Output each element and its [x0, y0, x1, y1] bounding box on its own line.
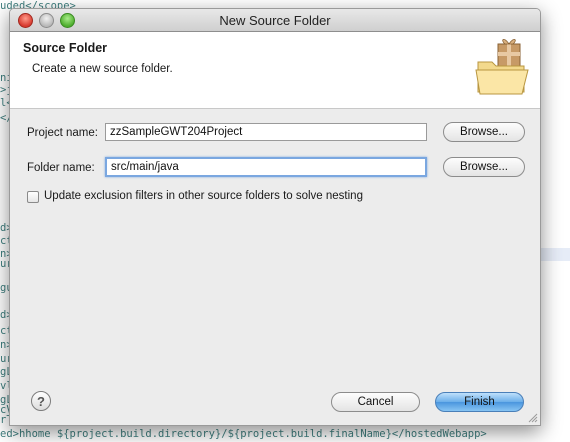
finish-button[interactable]: Finish: [435, 392, 524, 412]
folder-name-label: Folder name:: [27, 162, 95, 174]
folder-name-field[interactable]: src/main/java: [105, 157, 427, 177]
new-source-folder-dialog: New Source Folder Source Folder Create a…: [9, 8, 541, 426]
project-browse-button[interactable]: Browse...: [443, 122, 525, 142]
window-title: New Source Folder: [219, 13, 331, 28]
editor-line-highlight: [538, 248, 570, 261]
header-description: Create a new source folder.: [32, 63, 173, 75]
folder-browse-button[interactable]: Browse...: [443, 157, 525, 177]
project-name-field[interactable]: zzSampleGWT204Project: [105, 123, 427, 141]
project-name-label: Project name:: [27, 127, 98, 139]
dialog-header: Source Folder Create a new source folder…: [10, 32, 540, 109]
resize-grip-icon[interactable]: [528, 413, 538, 423]
update-exclusion-filters-label: Update exclusion filters in other source…: [44, 190, 363, 202]
dialog-body: Project name: zzSampleGWT204Project Brow…: [10, 109, 540, 375]
help-icon[interactable]: ?: [31, 391, 51, 411]
header-title: Source Folder: [23, 41, 108, 55]
dialog-footer: ? Cancel Finish: [10, 375, 540, 425]
cancel-button[interactable]: Cancel: [331, 392, 420, 412]
update-exclusion-filters-checkbox[interactable]: [27, 191, 39, 203]
folder-with-gift-box-icon: [475, 39, 529, 95]
title-bar: New Source Folder: [10, 9, 540, 32]
editor-line: ed>hhome ${project.build.directory}/${pr…: [0, 428, 487, 440]
